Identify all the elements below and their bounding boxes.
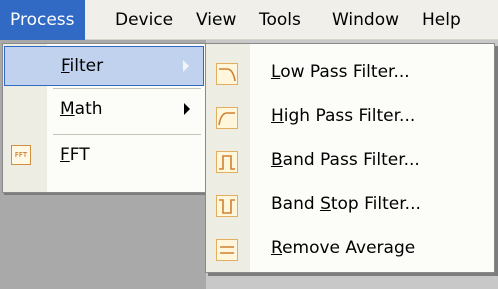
low-pass-filter-icon [216, 63, 238, 85]
menu-item-fft[interactable]: FFT FFT [4, 136, 204, 176]
low-pass-filter-label: Low Pass Filter... [271, 62, 410, 82]
submenu-item-band-stop[interactable]: Band Stop Filter... [206, 182, 494, 226]
menu-view[interactable]: View [186, 0, 246, 40]
menu-separator [53, 134, 201, 135]
menu-separator [53, 88, 201, 89]
remove-average-label: Remove Average [271, 238, 416, 258]
submenu-arrow-icon [184, 103, 190, 115]
high-pass-filter-icon [216, 107, 238, 129]
band-pass-filter-icon [216, 151, 238, 173]
process-menu: Filter Math FFT FFT [2, 43, 206, 193]
menu-help[interactable]: Help [412, 0, 471, 40]
menu-device[interactable]: Device [105, 0, 183, 40]
remove-average-icon [216, 239, 238, 261]
submenu-item-remove-average[interactable]: Remove Average [206, 226, 494, 270]
high-pass-filter-label: High Pass Filter... [271, 106, 416, 126]
menu-process[interactable]: Process [0, 0, 85, 40]
band-stop-filter-label: Band Stop Filter... [271, 194, 421, 214]
menu-item-math-label: Math [60, 99, 103, 119]
filter-submenu: Low Pass Filter... High Pass Filter... B… [205, 43, 495, 273]
menu-tools[interactable]: Tools [249, 0, 311, 40]
menu-item-filter-label: Filter [61, 56, 104, 76]
band-stop-filter-icon [216, 195, 238, 217]
fft-icon: FFT [11, 145, 31, 165]
submenu-item-high-pass[interactable]: High Pass Filter... [206, 94, 494, 138]
submenu-arrow-icon [183, 60, 189, 72]
menu-window[interactable]: Window [322, 0, 409, 40]
submenu-item-low-pass[interactable]: Low Pass Filter... [206, 50, 494, 94]
menu-item-filter[interactable]: Filter [4, 46, 204, 86]
menu-item-fft-label: FFT [60, 145, 90, 165]
band-pass-filter-label: Band Pass Filter... [271, 150, 420, 170]
submenu-item-band-pass[interactable]: Band Pass Filter... [206, 138, 494, 182]
menu-bar: Process Device View Tools Window Help [0, 0, 498, 40]
menu-item-math[interactable]: Math [4, 90, 204, 130]
